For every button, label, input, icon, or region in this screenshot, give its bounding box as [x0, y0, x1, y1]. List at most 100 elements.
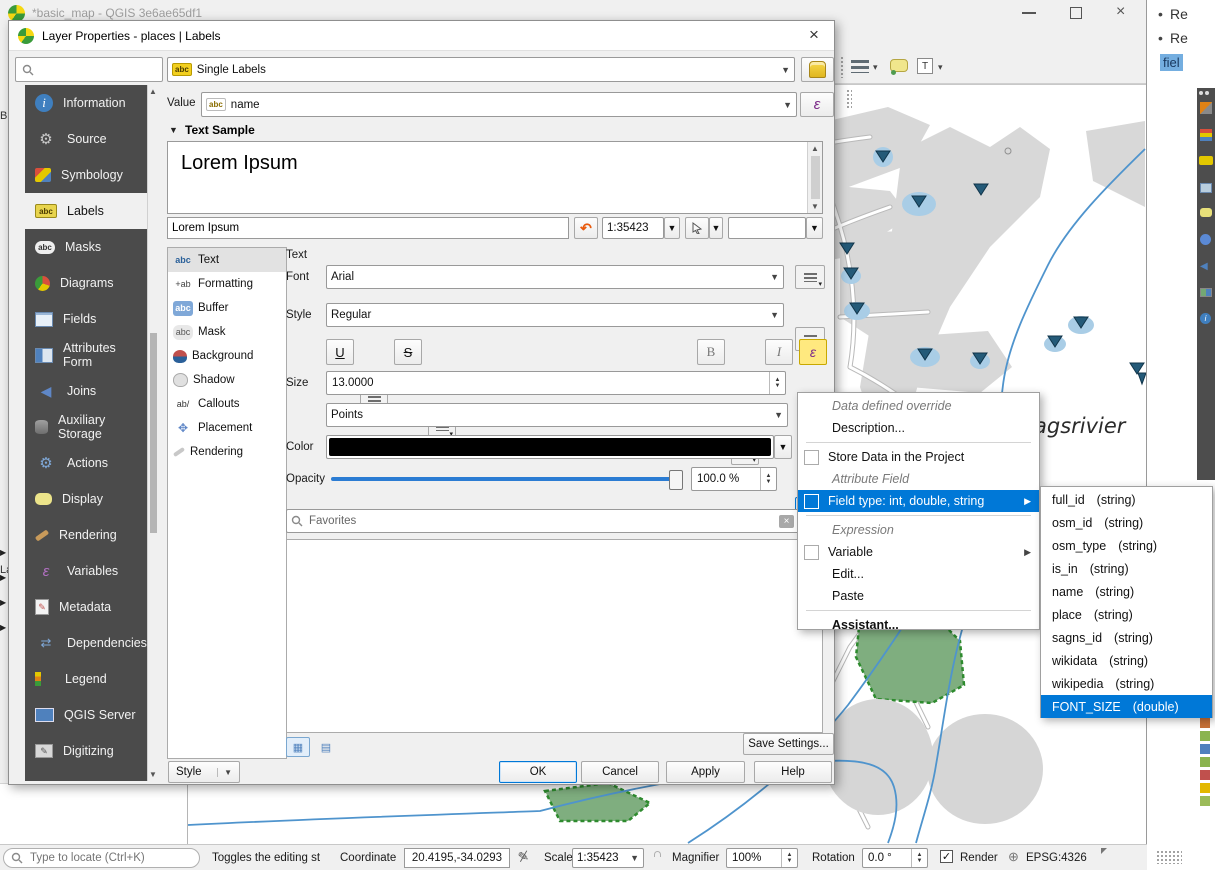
opacity-spinbox[interactable]: 100.0 %▲▼: [691, 467, 777, 491]
epsg-label[interactable]: EPSG:4326: [1026, 852, 1087, 864]
menu-item-edit[interactable]: Edit...: [798, 563, 1039, 585]
tab-mask[interactable]: abcMask: [168, 320, 286, 344]
submenu-item-name[interactable]: name(string): [1041, 580, 1212, 603]
rotation-spin[interactable]: 0.0 °▲▼: [862, 848, 928, 868]
sidebar-item-fields[interactable]: Fields: [25, 301, 147, 337]
help-button[interactable]: Help: [754, 761, 832, 783]
bold-button[interactable]: B: [697, 339, 725, 365]
labeling-mode-dropdown-icon[interactable]: ▼: [777, 65, 790, 75]
layer-labeling-options-icon[interactable]: [851, 60, 869, 73]
globe-icon[interactable]: ⊕: [1008, 849, 1019, 865]
dialog-close-icon[interactable]: ×: [809, 25, 819, 45]
sidebar-item-actions[interactable]: ⚙Actions: [25, 445, 147, 481]
sidebar-item-diagrams[interactable]: Diagrams: [25, 265, 147, 301]
sample-text-input[interactable]: [167, 217, 569, 239]
ok-button[interactable]: OK: [499, 761, 577, 783]
sidebar-item-auxiliary-storage[interactable]: Auxiliary Storage: [25, 409, 147, 445]
menu-item-assistant[interactable]: Assistant...: [798, 614, 1039, 636]
color-swatch-button[interactable]: [326, 435, 774, 459]
scale-dropdown-icon[interactable]: ▼: [626, 853, 639, 863]
sidebar-item-display[interactable]: Display: [25, 481, 147, 517]
sidebar-item-digitizing[interactable]: ✎Digitizing: [25, 733, 147, 769]
auto-placement-settings-button[interactable]: [801, 57, 834, 82]
italic-button[interactable]: I: [765, 339, 793, 365]
sidebar-item-source[interactable]: ⚙Source: [25, 121, 147, 157]
icon-view-toggle[interactable]: ▦: [286, 737, 310, 757]
tab-text[interactable]: abcText: [168, 248, 286, 272]
checkbox-icon[interactable]: [804, 545, 819, 560]
size-spin-arrows[interactable]: ▲▼: [769, 372, 785, 394]
font-expression-button[interactable]: ε: [799, 339, 827, 365]
menu-item-field-type[interactable]: Field type: int, double, string▶: [798, 490, 1039, 512]
sidebar-item-legend[interactable]: Legend: [25, 661, 147, 697]
font-combo[interactable]: Arial▼: [326, 265, 784, 289]
expression-builder-button[interactable]: ε: [800, 92, 834, 117]
unit-dropdown-icon[interactable]: ▼: [770, 410, 783, 420]
cancel-button[interactable]: Cancel: [581, 761, 659, 783]
submenu-item-wikipedia[interactable]: wikipedia(string): [1041, 672, 1212, 695]
tab-background[interactable]: Background: [168, 344, 286, 368]
render-checkbox[interactable]: ✓: [940, 850, 953, 863]
style-list-box[interactable]: [286, 539, 823, 733]
sidebar-item-information[interactable]: iInformation: [25, 85, 147, 121]
value-dropdown-icon[interactable]: ▼: [779, 100, 792, 110]
tab-callouts[interactable]: ab/Callouts: [168, 392, 286, 416]
sidebar-item-joins[interactable]: ◀Joins: [25, 373, 147, 409]
sample-scale-combo[interactable]: 1:35423: [602, 217, 664, 239]
sidebar-item-metadata[interactable]: ✎Metadata: [25, 589, 147, 625]
coordinate-box[interactable]: 20.4195,-34.0293: [404, 848, 510, 868]
submenu-item-wikidata[interactable]: wikidata(string): [1041, 649, 1212, 672]
tab-shadow[interactable]: Shadow: [168, 368, 286, 392]
sidebar-item-symbology[interactable]: Symbology: [25, 157, 147, 193]
opacity-spin-arrows[interactable]: ▲▼: [760, 468, 776, 490]
font-data-defined-button[interactable]: ▾: [795, 265, 825, 289]
submenu-item-osm-type[interactable]: osm_type(string): [1041, 534, 1212, 557]
checkbox-icon[interactable]: [804, 450, 819, 465]
style-combo[interactable]: Regular▼: [326, 303, 784, 327]
close-window-icon[interactable]: ×: [1116, 3, 1125, 21]
font-dropdown-icon[interactable]: ▼: [766, 272, 779, 282]
submenu-item-sagns-id[interactable]: sagns_id(string): [1041, 626, 1212, 649]
sidebar-item-masks[interactable]: abcMasks: [25, 229, 147, 265]
submenu-item-full-id[interactable]: full_id(string): [1041, 488, 1212, 511]
sample-scale-dropdown[interactable]: ▼: [664, 217, 680, 239]
tab-buffer[interactable]: abcBuffer: [168, 296, 286, 320]
scale-combo[interactable]: 1:35423▼: [572, 848, 644, 868]
toolbar-grip[interactable]: [840, 56, 844, 78]
apply-button[interactable]: Apply: [666, 761, 745, 783]
sidebar-item-3d-view[interactable]: ◆3D Vi: [25, 769, 147, 781]
style-dropdown-icon[interactable]: ▼: [766, 310, 779, 320]
clear-search-icon[interactable]: ×: [779, 515, 794, 528]
sample-extra-dropdown[interactable]: ▼: [806, 217, 823, 239]
tab-formatting[interactable]: +abFormatting: [168, 272, 286, 296]
sidebar-item-attributes-form[interactable]: Attributes Form: [25, 337, 147, 373]
submenu-item-place[interactable]: place(string): [1041, 603, 1212, 626]
submenu-item-font-size[interactable]: FONT_SIZE(double): [1041, 695, 1212, 718]
text-sample-collapse-icon[interactable]: ▼: [169, 125, 178, 135]
sidebar-item-qgis-server[interactable]: QGIS Server: [25, 697, 147, 733]
size-spinbox[interactable]: 13.0000▲▼: [326, 371, 786, 395]
magnifier-spin-arrows[interactable]: ▲▼: [781, 849, 797, 867]
map-settings-dropdown[interactable]: ▼: [709, 217, 723, 239]
tab-rendering[interactable]: Rendering: [168, 440, 286, 464]
menu-item-variable[interactable]: Variable▶: [798, 541, 1039, 563]
labeling-dropdown-icon[interactable]: ▾: [873, 62, 878, 73]
text-annotation-icon[interactable]: T: [917, 58, 933, 74]
magnifier-spin[interactable]: 100%▲▼: [726, 848, 798, 868]
menu-item-description[interactable]: Description...: [798, 417, 1039, 439]
minimize-button[interactable]: [1022, 12, 1036, 14]
color-dropdown-button[interactable]: ▼: [774, 435, 792, 459]
slider-handle[interactable]: [669, 470, 683, 490]
properties-search-box[interactable]: [15, 57, 163, 82]
value-field-combo[interactable]: abc name ▼: [201, 92, 797, 117]
locate-input[interactable]: [28, 851, 192, 865]
sample-scrollbar[interactable]: ▲▼: [807, 142, 822, 213]
annotation-dropdown-icon[interactable]: ▾: [938, 62, 943, 73]
save-settings-button[interactable]: Save Settings...: [743, 733, 834, 755]
underline-button[interactable]: U: [326, 339, 354, 365]
checkbox-icon[interactable]: [804, 494, 819, 509]
labeling-mode-combo[interactable]: abc Single Labels ▼: [167, 57, 795, 82]
sample-extra-combo[interactable]: [728, 217, 806, 239]
map-settings-button[interactable]: [685, 217, 709, 239]
sidebar-item-rendering[interactable]: Rendering: [25, 517, 147, 553]
